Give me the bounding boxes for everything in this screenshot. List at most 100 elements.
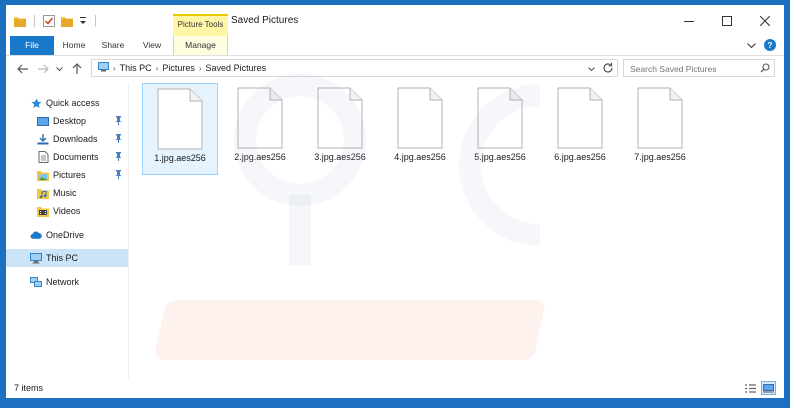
navigation-pane: Quick access Desktop Downloads Documents (6, 83, 129, 380)
refresh-icon[interactable] (602, 62, 614, 76)
breadcrumb-pictures[interactable]: Pictures (162, 63, 195, 73)
tab-file[interactable]: File (10, 36, 54, 55)
file-item[interactable]: 2.jpg.aes256 (222, 83, 298, 175)
file-name: 2.jpg.aes256 (234, 152, 286, 162)
divider (95, 15, 96, 27)
cloud-icon (30, 229, 42, 241)
sidebar-item-label: Documents (53, 152, 99, 162)
search-box[interactable] (623, 59, 775, 77)
documents-folder-icon (37, 151, 49, 163)
back-button[interactable] (16, 62, 30, 76)
sidebar-item-music[interactable]: Music (6, 184, 128, 202)
file-name: 7.jpg.aes256 (634, 152, 686, 162)
window-controls (670, 5, 784, 36)
ribbon-right-controls: ? (747, 39, 776, 53)
window-title: Saved Pictures (231, 15, 299, 26)
sidebar-item-desktop[interactable]: Desktop (6, 112, 128, 130)
recent-locations-button[interactable] (55, 62, 63, 76)
minimize-button[interactable] (670, 5, 708, 36)
breadcrumb-separator-icon: › (155, 63, 159, 73)
item-count: 7 items (14, 383, 44, 393)
tab-view[interactable]: View (136, 36, 168, 55)
breadcrumb-separator-icon: › (113, 63, 116, 73)
sidebar-item-label: Downloads (53, 134, 98, 144)
large-icons-view-icon (763, 383, 774, 392)
star-icon (30, 97, 42, 109)
quick-access-toolbar (14, 14, 98, 28)
file-name: 5.jpg.aes256 (474, 152, 526, 162)
pin-icon[interactable] (115, 116, 122, 127)
pin-icon[interactable] (115, 134, 122, 145)
context-tab-picture-tools: Picture Tools (173, 14, 228, 36)
file-item[interactable]: 6.jpg.aes256 (542, 83, 618, 175)
file-item[interactable]: 1.jpg.aes256 (142, 83, 218, 175)
forward-arrow-icon (38, 64, 49, 74)
details-view-icon (745, 383, 756, 393)
breadcrumb-separator-icon: › (198, 63, 202, 73)
sidebar-item-label: OneDrive (46, 230, 85, 240)
videos-folder-icon (37, 205, 49, 217)
large-icons-view-button[interactable] (761, 381, 776, 395)
address-bar[interactable]: › This PC › Pictures › Saved Pictures (91, 59, 618, 77)
properties-icon[interactable] (43, 15, 55, 27)
maximize-icon (722, 15, 732, 26)
sidebar-item-pictures[interactable]: Pictures (6, 166, 128, 184)
sidebar-item-documents[interactable]: Documents (6, 148, 128, 166)
computer-icon (30, 252, 42, 264)
sidebar-item-label: Pictures (53, 170, 86, 180)
back-arrow-icon (17, 64, 28, 74)
search-icon[interactable] (760, 63, 770, 75)
up-button[interactable] (70, 62, 84, 76)
desktop-folder-icon (37, 115, 49, 127)
address-row: › This PC › Pictures › Saved Pictures (6, 56, 784, 83)
expand-ribbon-chevron-icon[interactable] (747, 41, 756, 51)
blank-file-icon (637, 87, 683, 149)
sidebar-item-network[interactable]: Network (6, 273, 128, 291)
customize-dropdown-icon[interactable] (79, 16, 87, 26)
network-icon (30, 276, 42, 288)
file-name: 4.jpg.aes256 (394, 152, 446, 162)
maximize-button[interactable] (708, 5, 746, 36)
ribbon-tabs: File Home Share View Manage ? (6, 36, 784, 56)
divider (34, 15, 35, 27)
close-button[interactable] (746, 5, 784, 36)
sidebar-item-videos[interactable]: Videos (6, 202, 128, 220)
pin-icon[interactable] (115, 152, 122, 163)
forward-button[interactable] (36, 62, 50, 76)
downloads-folder-icon (37, 133, 49, 145)
tab-share[interactable]: Share (96, 36, 130, 55)
address-dropdown-chevron-icon[interactable] (588, 64, 595, 74)
file-item[interactable]: 4.jpg.aes256 (382, 83, 458, 175)
close-icon (760, 15, 770, 26)
help-icon[interactable]: ? (764, 39, 776, 53)
title-bar: Picture Tools Saved Pictures (6, 5, 784, 36)
blank-file-icon (557, 87, 603, 149)
breadcrumb-saved-pictures[interactable]: Saved Pictures (206, 63, 267, 73)
details-view-button[interactable] (743, 381, 758, 395)
pc-icon (98, 62, 109, 74)
tab-home[interactable]: Home (58, 36, 90, 55)
blank-file-icon (397, 87, 443, 149)
search-input[interactable] (628, 61, 760, 77)
sidebar-item-downloads[interactable]: Downloads (6, 130, 128, 148)
sidebar-item-this-pc[interactable]: This PC (6, 249, 128, 267)
view-switcher (743, 381, 776, 395)
folder-icon (14, 16, 26, 27)
sidebar-item-label: Videos (53, 206, 81, 216)
tab-manage[interactable]: Manage (173, 36, 228, 55)
breadcrumb-this-pc[interactable]: This PC (120, 63, 152, 73)
sidebar-item-quick-access[interactable]: Quick access (6, 94, 128, 112)
pin-icon[interactable] (115, 170, 122, 181)
file-list: 1.jpg.aes256 2.jpg.aes256 3.jpg.aes256 4… (129, 83, 784, 380)
file-name: 6.jpg.aes256 (554, 152, 606, 162)
explorer-window: Picture Tools Saved Pictures File Home S… (6, 5, 784, 398)
file-item[interactable]: 7.jpg.aes256 (622, 83, 698, 175)
file-item[interactable]: 5.jpg.aes256 (462, 83, 538, 175)
blank-file-icon (237, 87, 283, 149)
file-name: 3.jpg.aes256 (314, 152, 366, 162)
breadcrumb: › This PC › Pictures › Saved Pictures (98, 62, 266, 74)
sidebar-item-onedrive[interactable]: OneDrive (6, 226, 128, 244)
up-arrow-icon (72, 63, 82, 74)
file-item[interactable]: 3.jpg.aes256 (302, 83, 378, 175)
new-folder-icon[interactable] (61, 16, 73, 27)
